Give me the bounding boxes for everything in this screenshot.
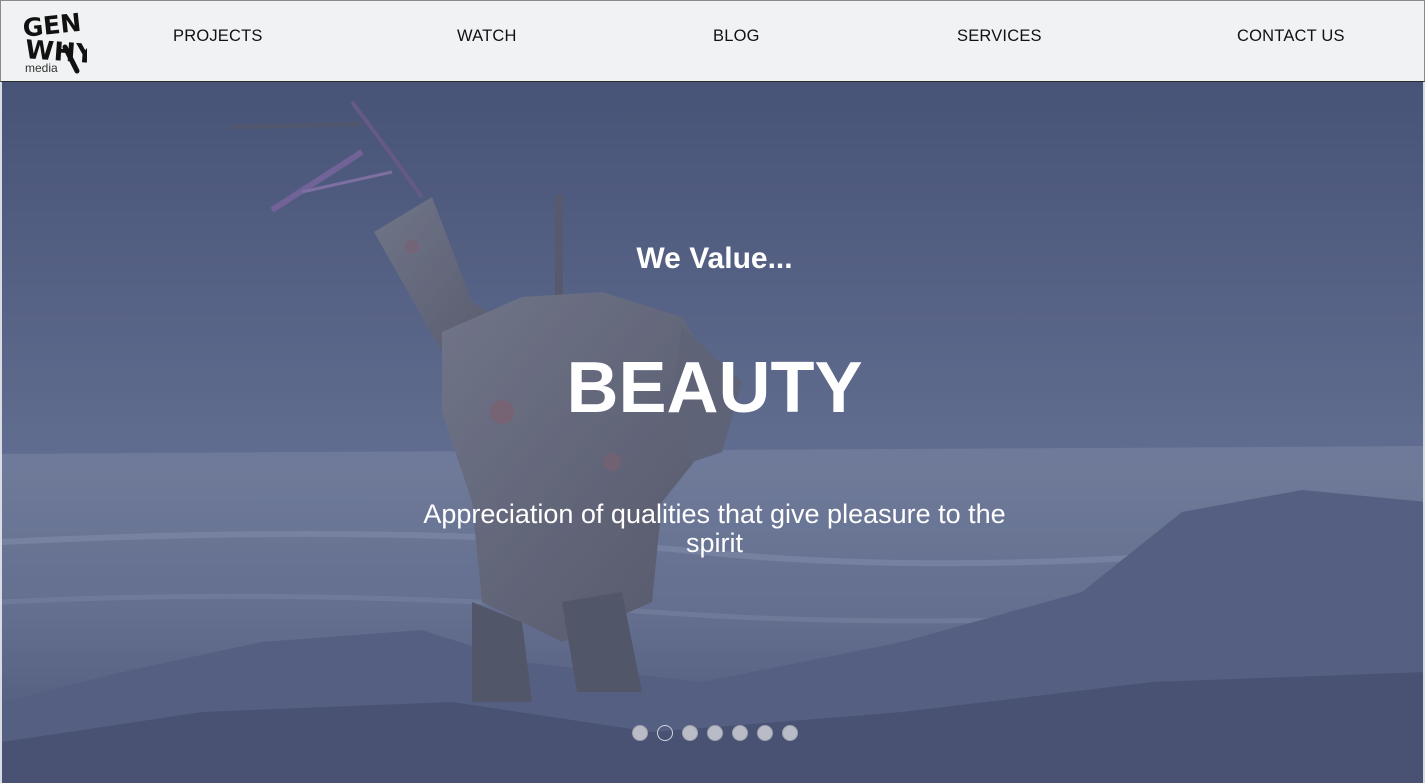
logo[interactable]: GEN WHY media [21,8,96,75]
hero-slider: We Value... BEAUTY Appreciation of quali… [0,82,1425,783]
nav-services[interactable]: SERVICES [957,27,1042,46]
slider-dot[interactable] [682,725,698,741]
slider-dot[interactable] [757,725,773,741]
slider-dot[interactable] [732,725,748,741]
slider-dot[interactable] [707,725,723,741]
nav-watch[interactable]: WATCH [457,27,517,46]
page: GEN WHY media PROJECTS WATCH BLOG SERVIC… [0,0,1425,783]
site-header: GEN WHY media PROJECTS WATCH BLOG SERVIC… [0,0,1425,82]
hero-description: Appreciation of qualities that give plea… [423,499,1006,558]
slider-dot[interactable] [632,725,648,741]
logo-media-text: media [25,61,58,75]
hero-eyebrow: We Value... [636,242,793,275]
nav-blog[interactable]: BLOG [713,27,760,46]
slider-dot[interactable] [782,725,798,741]
hero-background-image [2,82,1423,783]
nav-projects[interactable]: PROJECTS [173,27,263,46]
nav-contact-us[interactable]: CONTACT US [1237,27,1345,46]
slider-dots [632,725,798,741]
hero-title: BEAUTY [566,348,863,428]
slider-dot[interactable] [657,725,673,741]
gen-why-media-logo-icon: GEN WHY media [21,8,96,75]
tint-overlay [2,82,1423,783]
